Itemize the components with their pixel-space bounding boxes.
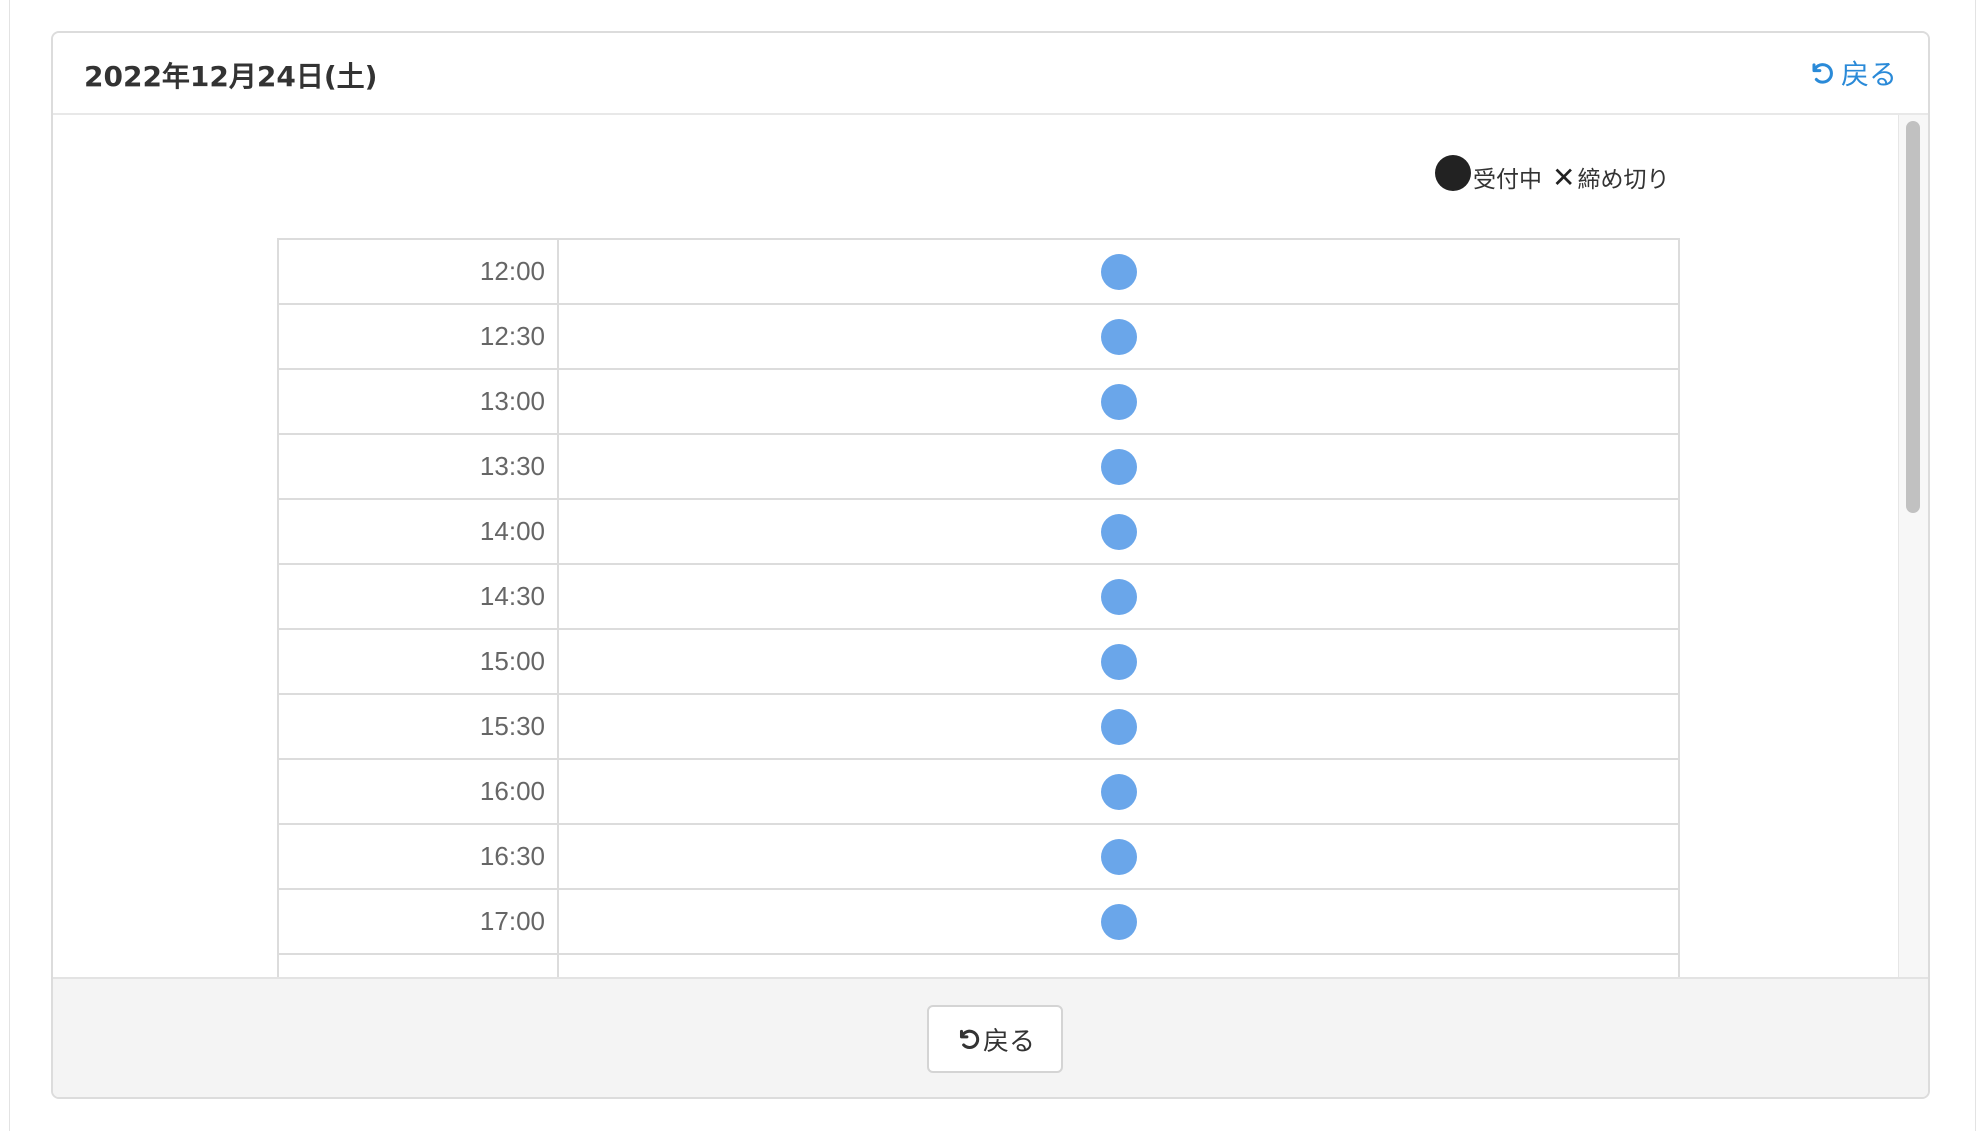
table-row bbox=[277, 953, 1680, 977]
available-slot-dot-icon[interactable] bbox=[1100, 383, 1137, 420]
undo-icon bbox=[959, 1029, 980, 1049]
legend-closed-label: 締め切り bbox=[1577, 167, 1670, 193]
slot-time: 16:00 bbox=[277, 758, 559, 825]
table-row: 15:00 bbox=[277, 628, 1680, 695]
table-row: 14:30 bbox=[277, 563, 1680, 630]
page-left-rule bbox=[9, 0, 10, 1131]
available-slot-dot-icon[interactable] bbox=[1100, 318, 1137, 355]
available-slot-dot-icon[interactable] bbox=[1100, 643, 1137, 680]
footer-back-button[interactable]: 戻る bbox=[927, 1005, 1063, 1073]
available-slot-dot-icon[interactable] bbox=[1100, 708, 1137, 745]
slot-status-cell bbox=[557, 823, 1680, 890]
header-back-label: 戻る bbox=[1840, 58, 1897, 91]
open-dot-icon bbox=[1435, 155, 1471, 191]
page-title: 2022年12月24日(土) bbox=[84, 60, 378, 93]
slot-time: 15:30 bbox=[277, 693, 559, 760]
header-back-link[interactable]: 戻る bbox=[1807, 53, 1897, 93]
slot-status-cell bbox=[557, 433, 1680, 500]
slot-status-cell bbox=[557, 303, 1680, 370]
slot-time bbox=[277, 953, 559, 977]
slot-time: 14:30 bbox=[277, 563, 559, 630]
table-row: 16:00 bbox=[277, 758, 1680, 825]
available-slot-dot-icon[interactable] bbox=[1100, 578, 1137, 615]
slot-status-cell bbox=[557, 693, 1680, 760]
table-row: 13:00 bbox=[277, 368, 1680, 435]
slot-status-cell bbox=[557, 628, 1680, 695]
slot-status-cell bbox=[557, 563, 1680, 630]
slot-time: 13:00 bbox=[277, 368, 559, 435]
slot-status-cell bbox=[557, 953, 1680, 977]
scrollbar-thumb[interactable] bbox=[1906, 121, 1920, 513]
table-row: 17:00 bbox=[277, 888, 1680, 955]
table-row: 14:00 bbox=[277, 498, 1680, 565]
footer-back-label: 戻る bbox=[982, 1026, 1035, 1057]
panel-header: 2022年12月24日(土) 戻る bbox=[53, 33, 1928, 115]
table-row: 16:30 bbox=[277, 823, 1680, 890]
available-slot-dot-icon[interactable] bbox=[1100, 838, 1137, 875]
slot-status-cell bbox=[557, 758, 1680, 825]
table-row: 12:30 bbox=[277, 303, 1680, 370]
table-row: 15:30 bbox=[277, 693, 1680, 760]
reservation-panel: 2022年12月24日(土) 戻る 受付中 ✕ 締め切り 12:00 12:30 1… bbox=[51, 31, 1930, 1099]
undo-icon bbox=[1812, 63, 1833, 84]
available-slot-dot-icon[interactable] bbox=[1100, 448, 1137, 485]
slot-status-cell bbox=[557, 368, 1680, 435]
table-row: 13:30 bbox=[277, 433, 1680, 500]
slot-time: 15:00 bbox=[277, 628, 559, 695]
close-x-icon: ✕ bbox=[1552, 160, 1576, 194]
panel-body: 受付中 ✕ 締め切り 12:00 12:30 13:00 13:30 14:00 14:3… bbox=[53, 115, 1928, 977]
page-right-rule bbox=[1975, 0, 1976, 1131]
available-slot-dot-icon[interactable] bbox=[1100, 513, 1137, 550]
slot-time: 17:00 bbox=[277, 888, 559, 955]
available-slot-dot-icon[interactable] bbox=[1100, 253, 1137, 290]
slot-status-cell bbox=[557, 238, 1680, 305]
slot-time: 14:00 bbox=[277, 498, 559, 565]
slot-time: 16:30 bbox=[277, 823, 559, 890]
available-slot-dot-icon[interactable] bbox=[1100, 773, 1137, 810]
legend: 受付中 ✕ 締め切り bbox=[1435, 155, 1670, 194]
table-row: 12:00 bbox=[277, 238, 1680, 305]
available-slot-dot-icon[interactable] bbox=[1100, 903, 1137, 940]
slot-status-cell bbox=[557, 888, 1680, 955]
time-slot-table: 12:00 12:30 13:00 13:30 14:00 14:30 15:00 15:30… bbox=[277, 238, 1680, 977]
slot-time: 12:00 bbox=[277, 238, 559, 305]
slot-status-cell bbox=[557, 498, 1680, 565]
legend-open-label: 受付中 bbox=[1473, 167, 1542, 193]
slot-time: 12:30 bbox=[277, 303, 559, 370]
slot-time: 13:30 bbox=[277, 433, 559, 500]
panel-footer: 戻る bbox=[53, 977, 1928, 1097]
